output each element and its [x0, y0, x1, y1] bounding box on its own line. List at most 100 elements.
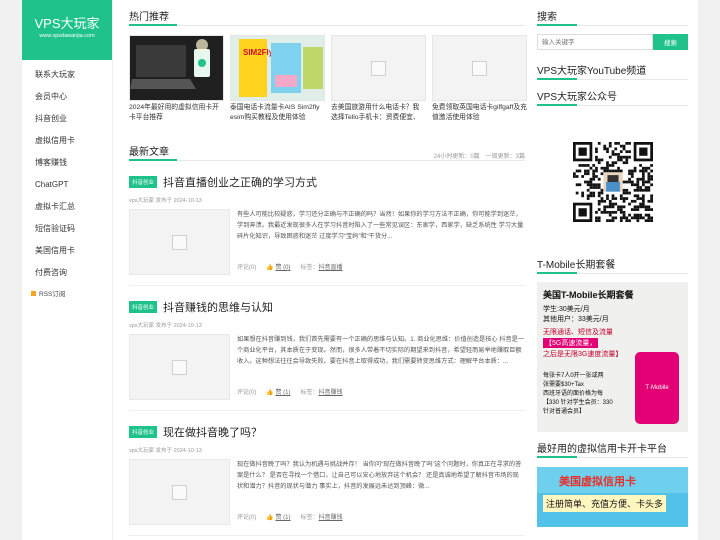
hot-caption[interactable]: 2024年最好用的虚拟信用卡开卡平台推荐 [129, 103, 224, 123]
hot-caption[interactable]: 去美国旅游用什么电话卡？我选择Tello手机卡：资费便宜、 [331, 103, 426, 123]
search-form: 搜索 [537, 34, 688, 50]
nav-item[interactable]: 虚拟卡汇总 [22, 196, 112, 218]
hot-card[interactable]: 2024年最好用的虚拟信用卡开卡平台推荐 [129, 35, 224, 123]
post-excerpt: 现在做抖音晚了吗？我认为机遇与挑战并存！ 当你问“现在做抖音晚了吗”这个问题时，… [237, 461, 522, 490]
post-thumbnail[interactable] [129, 459, 230, 525]
tmobile-ad-banner[interactable]: 美国T-Mobile长期套餐 学生:30美元/月 其他用户：33美元/月 无限通… [537, 282, 688, 432]
youtube-heading[interactable]: VPS大玩家YouTube频道 [537, 54, 688, 80]
qr-code-image [572, 142, 653, 222]
hot-caption[interactable]: 免费领取英国电话卡giffgaff及充值激活使用体验 [432, 103, 527, 123]
ad-line: 无限通话、短信及流量 [543, 329, 613, 336]
latest-heading: 最新文章 24小时更新：0篇 一周更新：3篇 [129, 135, 525, 161]
nav-item[interactable]: 会员中心 [22, 86, 112, 108]
hot-thumb-laptop[interactable] [129, 35, 224, 101]
ad-line: 张需要$30+Tax [543, 382, 584, 388]
tag-link[interactable]: 抖音赚钱 [319, 515, 343, 521]
search-heading: 搜索 [537, 0, 688, 26]
post-tags: 标签：抖音赚钱 [300, 390, 343, 396]
main-content: 热门推荐 2024年最好用的虚拟信用卡开卡平台推荐 SIM2Fly 泰国电话卡流… [129, 0, 527, 536]
search-button[interactable]: 搜索 [653, 34, 688, 50]
nav-item[interactable]: 美国信用卡 [22, 240, 112, 262]
ad-title: 美国虚拟信用卡 [559, 476, 636, 488]
comment-count[interactable]: 评论(0) [237, 387, 256, 396]
post-title[interactable]: 抖音赚钱的思维与认知 [163, 299, 273, 315]
like-button[interactable]: 👍 赞 (1) [266, 387, 290, 396]
ad-title: 美国T-Mobile长期套餐 [543, 290, 634, 300]
nav-item[interactable]: 博客赚钱 [22, 152, 112, 174]
post-item: 抖音创业 现在做抖音晚了吗？ vps大玩家 发布于 2024-10-13 现在做… [129, 411, 525, 536]
post-meta: vps大玩家 发布于 2024-10-13 [129, 448, 202, 454]
phone-image: T·Mobile [635, 352, 679, 424]
post-thumbnail[interactable] [129, 334, 230, 400]
post-category-tag[interactable]: 抖音创业 [129, 426, 158, 438]
comment-count[interactable]: 评论(0) [237, 262, 256, 271]
image-placeholder-icon [371, 60, 386, 76]
site-logo[interactable]: VPS大玩家 www.vpsdawanjia.com [22, 0, 112, 60]
comment-count[interactable]: 评论(0) [237, 512, 256, 521]
post-category-tag[interactable]: 抖音创业 [129, 301, 158, 313]
ad-line: 之后是无限3G速度流量】 [543, 351, 623, 358]
sim-brand: SIM2Fly [243, 48, 274, 57]
nav-item[interactable]: 短信验证码 [22, 218, 112, 240]
post-meta: vps大玩家 发布于 2024-10-13 [129, 323, 202, 329]
tag-link[interactable]: 抖音直播 [319, 265, 343, 271]
image-placeholder-icon [172, 484, 187, 500]
post-item: 抖音创业 抖音赚钱的思维与认知 vps大玩家 发布于 2024-10-13 如果… [129, 286, 525, 411]
search-input[interactable] [537, 34, 653, 50]
nav-item[interactable]: 付费咨询 [22, 262, 112, 284]
post-tags: 标签：抖音赚钱 [300, 515, 343, 521]
site-url: www.vpsdawanjia.com [39, 33, 95, 39]
thumbs-up-icon: 👍 [266, 515, 274, 521]
main-nav: 联系大玩家 会员中心 抖音创业 虚拟信用卡 博客赚钱 ChatGPT 虚拟卡汇总… [22, 60, 112, 284]
hot-thumb-sim[interactable]: SIM2Fly [230, 35, 325, 101]
image-placeholder-icon [472, 60, 487, 76]
tag-link[interactable]: 抖音赚钱 [319, 390, 343, 396]
ad-line: 其他用户：33美元/月 [543, 316, 609, 323]
nav-item[interactable]: 抖音创业 [22, 108, 112, 130]
left-sidebar: VPS大玩家 www.vpsdawanjia.com 联系大玩家 会员中心 抖音… [22, 0, 113, 540]
rss-link[interactable]: RSS订阅 [22, 288, 112, 298]
ad-line: 西班牙语的面价格为每 [543, 391, 604, 397]
ad-line: 针对普通会员】 [543, 409, 586, 415]
image-placeholder-icon [172, 359, 187, 375]
post-tags: 标签：抖音直播 [300, 265, 343, 271]
tmobile-heading: T-Mobile长期套餐 [537, 248, 688, 274]
ad-subtitle: 注册简单、充值方便、卡头多 [543, 495, 667, 512]
vcc-heading: 最好用的虚拟信用卡开卡平台 [537, 432, 688, 458]
rss-icon [31, 290, 36, 296]
post-title[interactable]: 现在做抖音晚了吗？ [163, 424, 262, 440]
thumbs-up-icon: 👍 [266, 265, 274, 271]
laptop-phone-image [130, 36, 223, 100]
hot-card[interactable]: 免费领取英国电话卡giffgaff及充值激活使用体验 [432, 35, 527, 123]
ad-line: 【5G高速流量， [543, 338, 599, 348]
tmobile-brand: T·Mobile [645, 385, 669, 391]
post-thumbnail[interactable] [129, 209, 230, 275]
thumbs-up-icon: 👍 [266, 390, 274, 396]
sim-card-image: SIM2Fly [231, 36, 324, 100]
like-button[interactable]: 👍 赞 (1) [266, 512, 290, 521]
rss-label: RSS订阅 [39, 291, 66, 298]
hot-thumb-placeholder[interactable] [331, 35, 426, 101]
ad-line: 学生:30美元/月 [543, 306, 590, 313]
wechat-heading: VPS大玩家公众号 [537, 80, 688, 106]
like-button[interactable]: 👍 赞 (0) [266, 262, 290, 271]
nav-item[interactable]: 联系大玩家 [22, 64, 112, 86]
hot-list: 2024年最好用的虚拟信用卡开卡平台推荐 SIM2Fly 泰国电话卡流量卡AIS… [129, 35, 527, 123]
site-title: VPS大玩家 [34, 16, 100, 31]
ad-line: 每张卡7人0开一张或两 [543, 373, 604, 379]
hot-caption[interactable]: 泰国电话卡流量卡AIS Sim2fly esim购买教程及使用体验 [230, 103, 325, 123]
post-category-tag[interactable]: 抖音创业 [129, 176, 158, 188]
nav-item[interactable]: ChatGPT [22, 174, 112, 196]
post-title[interactable]: 抖音直播创业之正确的学习方式 [163, 174, 317, 190]
image-placeholder-icon [172, 234, 187, 250]
wechat-qr-code [572, 116, 653, 248]
hot-thumb-placeholder[interactable] [432, 35, 527, 101]
right-sidebar: 搜索 搜索 VPS大玩家YouTube频道 VPS大玩家公众号 T-Mobile… [537, 0, 688, 527]
hot-card[interactable]: SIM2Fly 泰国电话卡流量卡AIS Sim2fly esim购买教程及使用体… [230, 35, 325, 123]
ad-line: 【330 针对学生会员：330 [543, 400, 613, 406]
hot-card[interactable]: 去美国旅游用什么电话卡？我选择Tello手机卡：资费便宜、 [331, 35, 426, 123]
vcc-ad-banner[interactable]: 美国虚拟信用卡 注册简单、充值方便、卡头多 [537, 467, 688, 527]
nav-item[interactable]: 虚拟信用卡 [22, 130, 112, 152]
post-meta: vps大玩家 发布于 2024-10-13 [129, 198, 202, 204]
post-excerpt: 有些人可能比较疑惑，学习还分正确与不正确的吗？当然！如果你的学习方法不正确，你可… [237, 211, 524, 240]
